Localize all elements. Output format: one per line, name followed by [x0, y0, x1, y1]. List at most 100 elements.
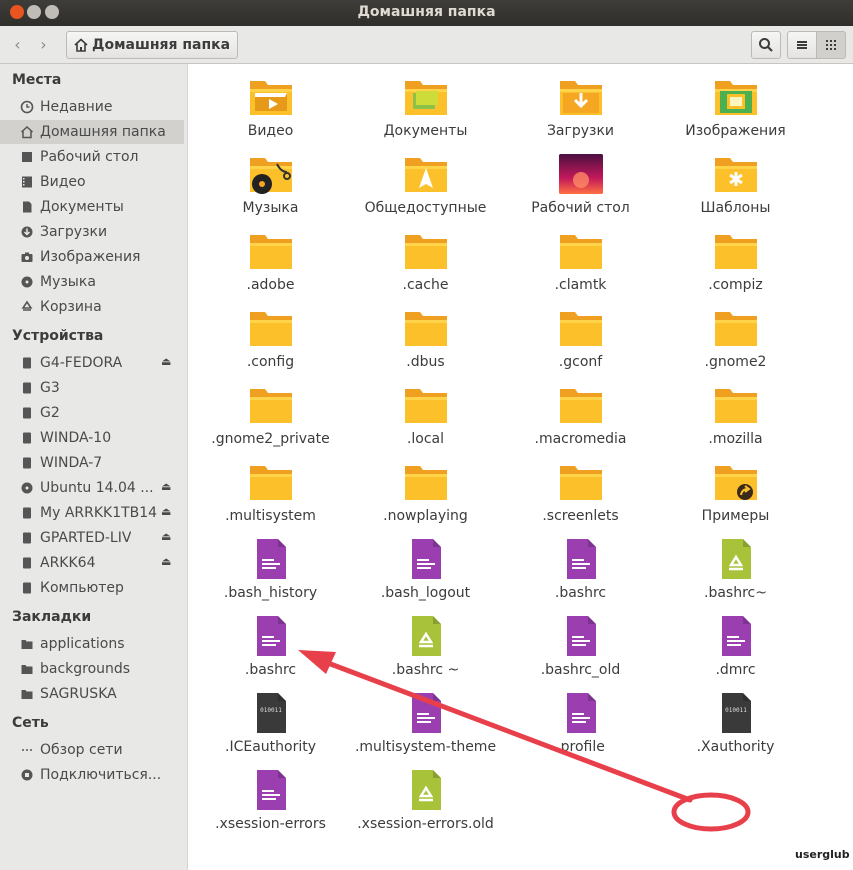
file-item[interactable]: Общедоступные	[348, 150, 503, 216]
file-item[interactable]: 010011 .Xauthority	[658, 689, 813, 755]
file-item[interactable]: .mozilla	[658, 381, 813, 447]
eject-icon[interactable]: ⏏	[161, 505, 171, 518]
file-item[interactable]: .local	[348, 381, 503, 447]
watermark-text: userglub	[795, 848, 850, 861]
sidebar-item[interactable]: Недавние	[0, 95, 184, 119]
sidebar-item-label: Музыка	[40, 274, 96, 290]
file-name: .multisystem	[225, 508, 316, 524]
sidebar-item[interactable]: G2	[0, 401, 184, 425]
file-item[interactable]: .compiz	[658, 227, 813, 293]
maximize-window-button[interactable]	[45, 5, 59, 19]
file-name: .cache	[402, 277, 449, 293]
sidebar-item[interactable]: Документы	[0, 195, 184, 219]
grid-view-button[interactable]	[816, 31, 846, 59]
file-item[interactable]: .bash_history	[193, 535, 348, 601]
sidebar-item[interactable]: GPARTED-LIV	[0, 526, 184, 550]
sidebar-item[interactable]: WINDA-10	[0, 426, 184, 450]
sidebar-item[interactable]: backgrounds	[0, 657, 184, 681]
file-item[interactable]: Загрузки	[503, 73, 658, 139]
file-item[interactable]: .nowplaying	[348, 458, 503, 524]
back-button[interactable]: ‹	[4, 32, 31, 58]
file-item[interactable]: 010011 .ICEauthority	[193, 689, 348, 755]
file-item[interactable]: .adobe	[193, 227, 348, 293]
sidebar-item[interactable]: G4-FEDORA	[0, 351, 184, 375]
file-name: .gnome2_private	[211, 431, 330, 447]
sidebar-item[interactable]: Музыка	[0, 270, 184, 294]
forward-button[interactable]: ›	[30, 32, 57, 58]
sidebar-item[interactable]: Рабочий стол	[0, 145, 184, 169]
file-item[interactable]: .gconf	[503, 304, 658, 370]
file-item[interactable]: .bash_logout	[348, 535, 503, 601]
file-item[interactable]: .gnome2	[658, 304, 813, 370]
close-window-button[interactable]	[10, 5, 24, 19]
file-item[interactable]: .clamtk	[503, 227, 658, 293]
file-name: Примеры	[701, 508, 770, 524]
title-bar: Домашняя папка	[0, 0, 853, 26]
folder-icon	[557, 150, 605, 198]
sidebar-item[interactable]: SAGRUSKA	[0, 682, 184, 706]
file-item[interactable]: .xsession-errors	[193, 766, 348, 832]
sidebar-item[interactable]: Корзина	[0, 295, 184, 319]
sidebar-item[interactable]: WINDA-7	[0, 451, 184, 475]
sidebar-item[interactable]: Видео	[0, 170, 184, 194]
backup-file-icon	[402, 612, 450, 660]
list-view-button[interactable]	[787, 31, 817, 59]
sidebar-item[interactable]: Ubuntu 14.04 ...	[0, 476, 184, 500]
file-item[interactable]: .profile	[503, 689, 658, 755]
file-item[interactable]: .multisystem-theme	[348, 689, 503, 755]
file-item[interactable]: .multisystem	[193, 458, 348, 524]
sidebar-section-title: Места	[12, 72, 62, 88]
text-file-icon	[247, 612, 295, 660]
file-name: .multisystem-theme	[354, 739, 497, 755]
file-name: Видео	[247, 123, 294, 139]
sidebar-item[interactable]: Домашняя папка	[0, 120, 184, 144]
sidebar-item[interactable]: G3	[0, 376, 184, 400]
folder-icon	[557, 227, 605, 275]
file-item[interactable]: .gnome2_private	[193, 381, 348, 447]
file-item[interactable]: Шаблоны	[658, 150, 813, 216]
file-item[interactable]: Рабочий стол	[503, 150, 658, 216]
file-item[interactable]: .bashrc	[193, 612, 348, 678]
file-item[interactable]: .config	[193, 304, 348, 370]
file-item[interactable]: .macromedia	[503, 381, 658, 447]
file-item[interactable]: .bashrc~	[658, 535, 813, 601]
eject-icon[interactable]: ⏏	[161, 555, 171, 568]
eject-icon[interactable]: ⏏	[161, 355, 171, 368]
path-home-button[interactable]: Домашняя папка	[66, 31, 239, 59]
svg-text:010011: 010011	[260, 707, 282, 714]
sidebar-item-label: Рабочий стол	[40, 149, 139, 165]
file-item[interactable]: .screenlets	[503, 458, 658, 524]
file-item[interactable]: Музыка	[193, 150, 348, 216]
sidebar-item-label: Ubuntu 14.04 ...	[40, 480, 154, 496]
sidebar-item[interactable]: Подключиться...	[0, 763, 184, 787]
sidebar-item[interactable]: Изображения	[0, 245, 184, 269]
sidebar-item[interactable]: My ARRKK1TB14	[0, 501, 184, 525]
home-icon	[74, 38, 88, 52]
file-item[interactable]: .bashrc ~	[348, 612, 503, 678]
sidebar-item[interactable]: Загрузки	[0, 220, 184, 244]
minimize-window-button[interactable]	[27, 5, 41, 19]
drive-icon	[23, 557, 31, 569]
file-item[interactable]: .bashrc	[503, 535, 658, 601]
sidebar-item[interactable]: Обзор сети	[0, 738, 184, 762]
sidebar-item-label: Обзор сети	[40, 742, 123, 758]
eject-icon[interactable]: ⏏	[161, 530, 171, 543]
file-name: .dmrc	[715, 662, 756, 678]
file-item[interactable]: Примеры	[658, 458, 813, 524]
search-button[interactable]	[751, 31, 781, 59]
sidebar-item-label: Изображения	[40, 249, 141, 265]
file-item[interactable]: Изображения	[658, 73, 813, 139]
sidebar-item[interactable]: ARKK64	[0, 551, 184, 575]
file-item[interactable]: .cache	[348, 227, 503, 293]
file-item[interactable]: .dmrc	[658, 612, 813, 678]
file-item[interactable]: .xsession-errors.old	[348, 766, 503, 832]
sidebar-item[interactable]: applications	[0, 632, 184, 656]
file-item[interactable]: .dbus	[348, 304, 503, 370]
grid-icon	[826, 40, 836, 50]
sidebar-item[interactable]: Компьютер	[0, 576, 184, 600]
file-item[interactable]: .bashrc_old	[503, 612, 658, 678]
file-item[interactable]: Документы	[348, 73, 503, 139]
sidebar-item-label: G2	[40, 405, 60, 421]
eject-icon[interactable]: ⏏	[161, 480, 171, 493]
file-item[interactable]: Видео	[193, 73, 348, 139]
